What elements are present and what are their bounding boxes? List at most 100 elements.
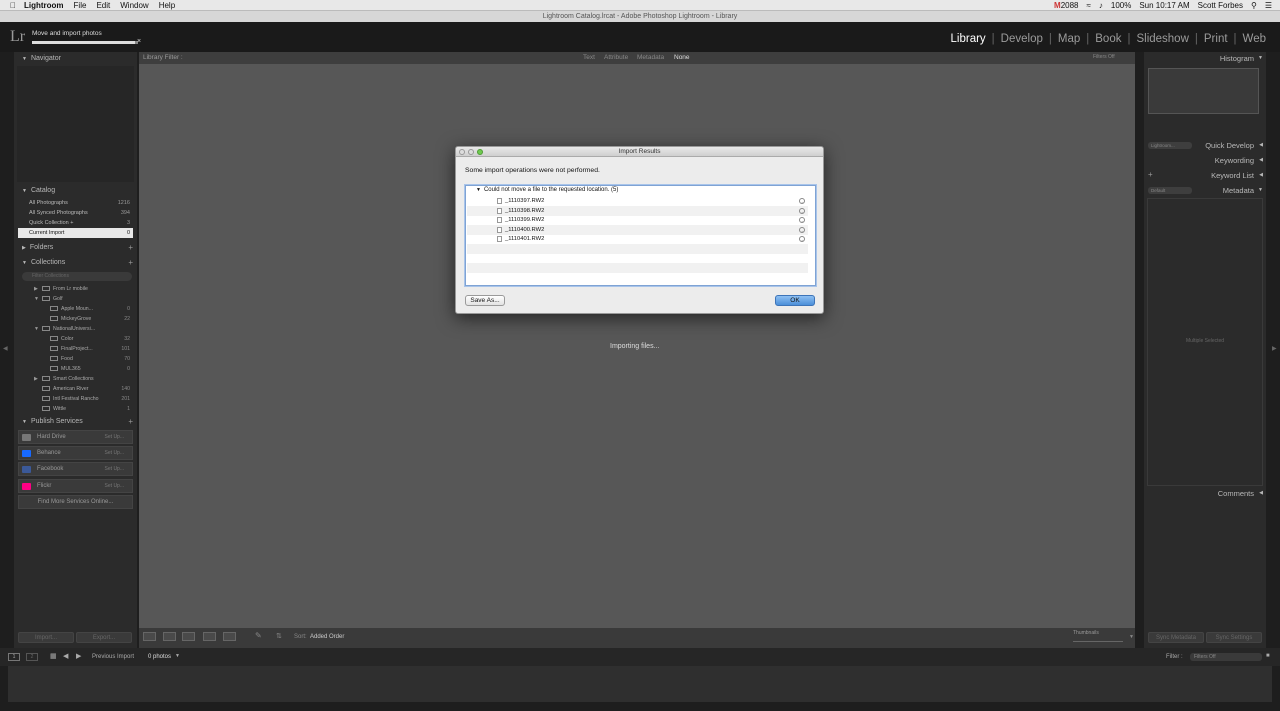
module-develop[interactable]: Develop (995, 33, 1049, 45)
sync-metadata-button[interactable]: Sync Metadata (1148, 632, 1204, 643)
sync-settings-button[interactable]: Sync Settings (1206, 632, 1262, 643)
flickr-setup-link[interactable]: Set Up... (105, 480, 124, 493)
collection-set-smart-collections[interactable]: ▶ Smart Collections (18, 374, 133, 384)
thumbnail-size-slider[interactable] (1073, 641, 1123, 642)
survey-view-icon[interactable] (203, 632, 216, 641)
apple-icon[interactable]:  (10, 1, 16, 10)
toolbar-options-icon[interactable]: ▼ (1129, 634, 1134, 640)
collection-set-from-lr-mobile[interactable]: ▶ From Lr mobile (18, 284, 133, 294)
facebook-setup-link[interactable]: Set Up... (105, 463, 124, 476)
zoom-window-icon[interactable] (477, 149, 483, 155)
cancel-task-icon[interactable]: × (137, 38, 141, 45)
behance-setup-link[interactable]: Set Up... (105, 447, 124, 460)
publish-hard-drive[interactable]: Hard Drive Set Up... (18, 430, 133, 444)
catalog-quick-collection[interactable]: Quick Collection +3 (18, 218, 133, 228)
hard-drive-setup-link[interactable]: Set Up... (105, 431, 124, 444)
module-book[interactable]: Book (1089, 33, 1127, 45)
filters-off-dropdown[interactable]: Filters Off (1093, 54, 1115, 60)
app-menu[interactable]: Lightroom (24, 1, 64, 10)
filter-text[interactable]: Text (583, 54, 595, 61)
sort-direction-icon[interactable]: ⇅ (276, 632, 282, 640)
module-library[interactable]: Library (945, 33, 992, 45)
collection-wittle[interactable]: Wittle 1 (18, 404, 133, 414)
reveal-file-icon[interactable]: → (799, 198, 805, 204)
collection-intl-festival-rancho[interactable]: Intl Festival Rancho 201 (18, 394, 133, 404)
collection-set-nationaluniversity[interactable]: ▼ NationalUniversi... (18, 324, 133, 334)
chevron-down-icon[interactable]: ▼ (175, 653, 180, 659)
menu-edit[interactable]: Edit (96, 1, 110, 10)
add-folder-icon[interactable]: + (128, 242, 133, 253)
spotlight-icon[interactable]: ⚲ (1251, 1, 1257, 10)
status-m-icon[interactable]: M (1054, 1, 1061, 10)
navigator-header[interactable]: ▼Navigator FITFILL1:13:1 (14, 53, 137, 73)
publish-services-header[interactable]: ▼ Publish Services + (14, 416, 137, 427)
collection-mickeygrove[interactable]: MickeyGrove 22 (18, 314, 133, 324)
user-name[interactable]: Scott Forbes (1198, 1, 1243, 10)
battery-level[interactable]: 100% (1111, 1, 1131, 10)
source-breadcrumb[interactable]: Previous Import (92, 654, 134, 660)
module-web[interactable]: Web (1237, 33, 1272, 45)
filmstrip[interactable] (8, 666, 1272, 702)
close-window-icon[interactable] (459, 149, 465, 155)
painter-icon[interactable]: ✎ (255, 631, 262, 640)
metadata-preset[interactable]: Default (1148, 187, 1192, 194)
comments-header[interactable]: Comments ◀ (1144, 488, 1266, 499)
forward-arrow-icon[interactable]: ▶ (76, 652, 81, 660)
export-button[interactable]: Export... (76, 632, 132, 643)
volume-icon[interactable]: ♪ (1099, 1, 1103, 10)
list-item[interactable]: _1110401.RW2 → (467, 234, 808, 244)
wifi-icon[interactable]: ≈ (1086, 1, 1090, 10)
collection-apple-mountain[interactable]: Apple Moun... 0 (18, 304, 133, 314)
filter-attribute[interactable]: Attribute (604, 54, 628, 61)
grid-view-icon[interactable] (143, 632, 156, 641)
compare-view-icon[interactable] (182, 632, 195, 641)
reveal-file-icon[interactable]: → (799, 208, 805, 214)
find-more-services-button[interactable]: Find More Services Online... (18, 495, 133, 509)
import-button[interactable]: Import... (18, 632, 74, 643)
back-arrow-icon[interactable]: ◀ (63, 652, 68, 660)
people-view-icon[interactable] (223, 632, 236, 641)
collection-american-river[interactable]: American River 140 (18, 384, 133, 394)
main-window-button[interactable]: 1 (8, 653, 20, 661)
collections-filter-input[interactable]: Filter Collections (22, 272, 132, 281)
disclosure-triangle-icon[interactable]: ▼ (476, 187, 481, 193)
list-item[interactable]: _1110399.RW2 → (467, 215, 808, 225)
add-keyword-icon[interactable]: + (1148, 170, 1153, 179)
histogram-header[interactable]: Histogram ▼ (1144, 53, 1266, 64)
catalog-all-photographs[interactable]: All Photographs 1216 (18, 198, 133, 208)
minimize-window-icon[interactable] (468, 149, 474, 155)
catalog-header[interactable]: ▼ Catalog (14, 185, 137, 196)
collection-color[interactable]: Color 32 (18, 334, 133, 344)
ok-button[interactable]: OK (775, 295, 815, 306)
grid-icon[interactable]: ▦ (50, 652, 57, 660)
catalog-all-synced[interactable]: All Synced Photographs 394 (18, 208, 133, 218)
reveal-file-icon[interactable]: → (799, 236, 805, 242)
publish-facebook[interactable]: Facebook Set Up... (18, 462, 133, 476)
save-as-button[interactable]: Save As... (465, 295, 505, 306)
second-window-button[interactable]: 2 (26, 653, 38, 661)
photo-count[interactable]: 0 photos (148, 654, 171, 660)
keywording-header[interactable]: Keywording ◀ (1144, 155, 1266, 166)
collection-food[interactable]: Food 70 (18, 354, 133, 364)
module-slideshow[interactable]: Slideshow (1130, 33, 1194, 45)
add-publish-service-icon[interactable]: + (128, 416, 133, 427)
publish-flickr[interactable]: Flickr Set Up... (18, 479, 133, 493)
collection-set-golf[interactable]: ▼ Golf (18, 294, 133, 304)
loupe-view-icon[interactable] (163, 632, 176, 641)
keyword-list-header[interactable]: Keyword List ◀ (1144, 170, 1266, 181)
reveal-file-icon[interactable]: → (799, 217, 805, 223)
filter-dropdown[interactable]: Filters Off (1190, 653, 1262, 661)
filter-metadata[interactable]: Metadata (637, 54, 664, 61)
menu-window[interactable]: Window (120, 1, 148, 10)
collections-header[interactable]: ▼ Collections + (14, 257, 137, 268)
error-group-row[interactable]: ▼ Could not move a file to the requested … (476, 187, 618, 193)
filter-lock-icon[interactable]: ■ (1266, 653, 1270, 659)
sort-dropdown[interactable]: Added Order (310, 634, 344, 640)
filter-none[interactable]: None (674, 54, 690, 61)
quick-develop-preset[interactable]: Lightroom... (1148, 142, 1192, 149)
left-panel-toggle-icon[interactable]: ◀ (3, 345, 8, 352)
clock[interactable]: Sun 10:17 AM (1139, 1, 1189, 10)
add-collection-icon[interactable]: + (128, 257, 133, 268)
collection-mul365[interactable]: MUL365 0 (18, 364, 133, 374)
import-errors-list[interactable]: ▼ Could not move a file to the requested … (465, 185, 816, 286)
